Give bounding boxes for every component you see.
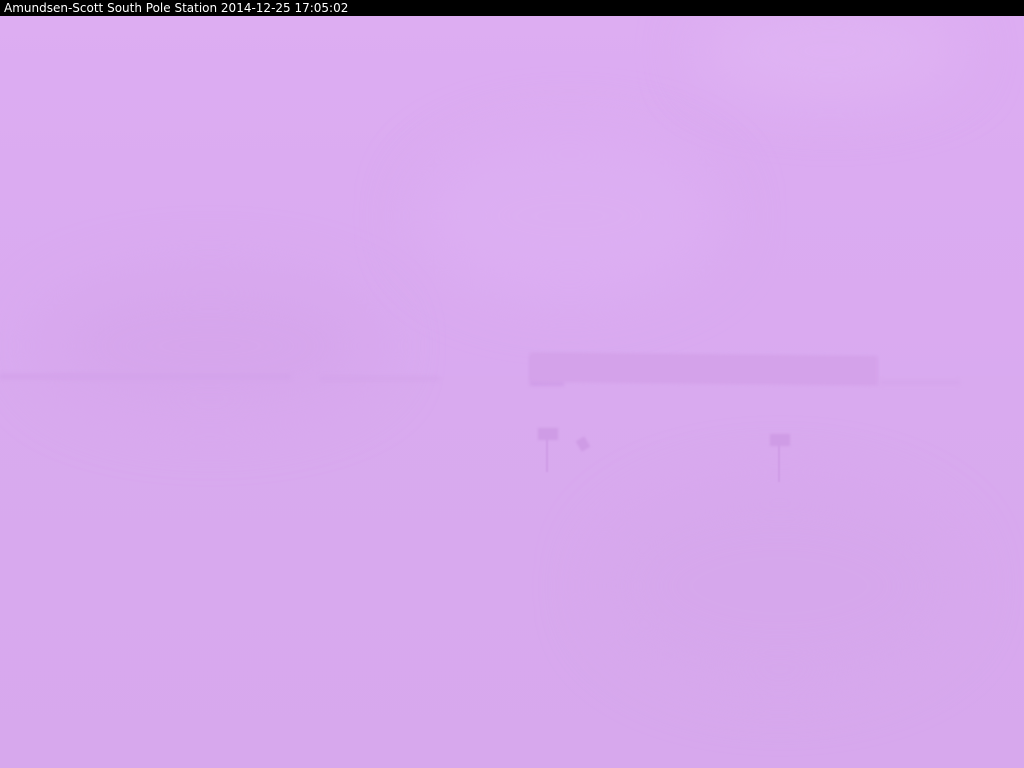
webcam-frame: Amundsen-Scott South Pole Station 2014-1…	[0, 0, 1024, 768]
horizon-line	[320, 376, 440, 381]
fog-patch	[600, 486, 960, 686]
marker-flag	[770, 434, 790, 446]
marker-post	[778, 442, 780, 482]
fog-patch	[420, 136, 720, 296]
horizon-line	[0, 374, 290, 379]
fog-patch	[700, 6, 960, 96]
marker-flag	[538, 428, 558, 440]
marker-post	[546, 436, 548, 472]
fog-patch	[40, 276, 380, 416]
station-building	[530, 352, 878, 386]
caption-bar: Amundsen-Scott South Pole Station 2014-1…	[0, 0, 1024, 16]
caption-text: Amundsen-Scott South Pole Station 2014-1…	[4, 1, 349, 15]
webcam-scene	[0, 6, 1024, 768]
horizon-line	[880, 380, 960, 385]
